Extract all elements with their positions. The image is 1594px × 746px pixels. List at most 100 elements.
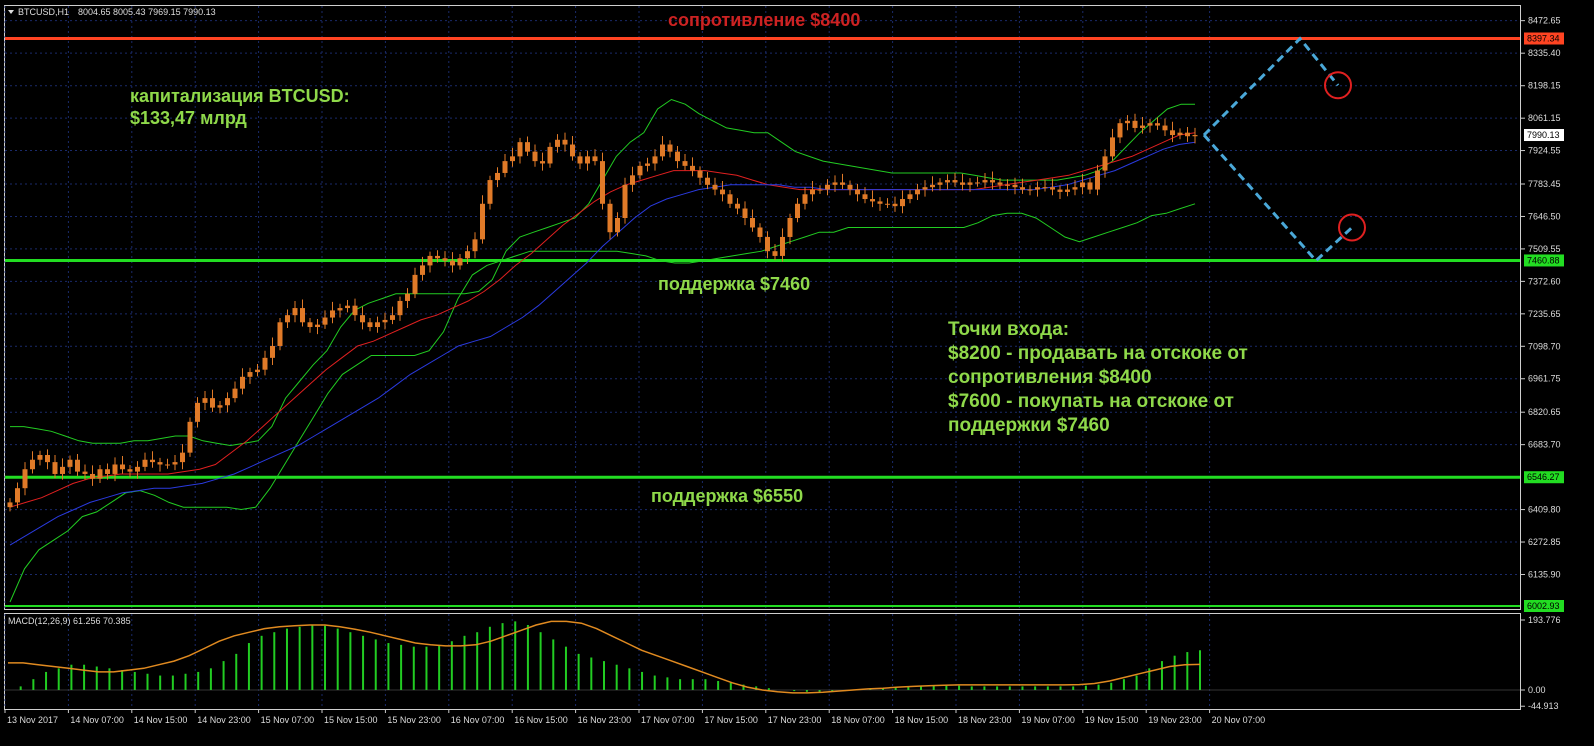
support-7460-annotation: поддержка $7460	[658, 274, 811, 294]
candle-body	[922, 187, 928, 190]
candle-body	[592, 156, 598, 162]
candle-body	[1177, 132, 1183, 136]
macd-label: MACD(12,26,9) 61.256 70.385	[8, 616, 131, 626]
candle-body	[877, 201, 883, 204]
candle-body	[45, 455, 50, 463]
candle-body	[577, 156, 583, 164]
price-tag-label: 7460.88	[1527, 255, 1560, 265]
candle-body	[1125, 120, 1130, 124]
candle-body	[802, 194, 808, 204]
candle-body	[630, 175, 635, 185]
time-tick-label: 16 Nov 15:00	[514, 715, 568, 725]
symbol-label: BTCUSD,H1	[18, 7, 69, 17]
candle-body	[570, 144, 575, 157]
candle-body	[7, 502, 13, 508]
candle-body	[1110, 137, 1115, 157]
candle-body	[1072, 187, 1078, 190]
candle-body	[37, 455, 43, 460]
candle-body	[540, 161, 545, 164]
candle-body	[682, 161, 688, 166]
candle-body	[360, 315, 365, 323]
candle-body	[697, 170, 703, 178]
time-tick-label: 19 Nov 15:00	[1085, 715, 1139, 725]
candle-body	[1102, 156, 1108, 171]
time-tick-label: 18 Nov 23:00	[958, 715, 1012, 725]
candle-body	[840, 182, 845, 185]
time-tick-label: 17 Nov 15:00	[704, 715, 758, 725]
candle-body	[135, 466, 140, 472]
candle-body	[412, 274, 418, 294]
candle-body	[195, 402, 200, 422]
cap-line-1: капитализация BTCUSD:	[130, 86, 350, 106]
candle-body	[885, 203, 890, 205]
cap-line-2: $133,47 млрд	[130, 108, 247, 128]
candle-body	[622, 184, 628, 218]
candle-body	[442, 258, 448, 261]
candle-body	[382, 319, 388, 323]
candle-body	[120, 464, 125, 470]
price-tick-label: 6409.80	[1528, 505, 1561, 515]
candle-body	[787, 217, 793, 237]
candle-body	[435, 255, 440, 259]
candle-body	[607, 203, 613, 233]
candle-body	[1147, 123, 1153, 126]
price-tick-label: 8061.15	[1528, 113, 1561, 123]
candle-body	[712, 184, 718, 190]
candle-body	[982, 180, 988, 183]
ohlc-label: 8004.65 8005.43 7969.15 7990.13	[78, 7, 216, 17]
price-tick-label: 7235.65	[1528, 309, 1561, 319]
price-tick-label: 6683.70	[1528, 440, 1561, 450]
candle-body	[427, 255, 433, 266]
candle-body	[1170, 130, 1175, 136]
candle-body	[1065, 189, 1070, 192]
candle-body	[247, 372, 253, 377]
candle-body	[210, 398, 215, 408]
price-tick-label: 7783.45	[1528, 179, 1561, 189]
candle-body	[907, 194, 913, 200]
time-tick-label: 16 Nov 23:00	[578, 715, 632, 725]
candle-body	[750, 217, 755, 228]
candle-body	[945, 180, 950, 183]
candle-body	[832, 182, 838, 185]
time-tick-label: 14 Nov 07:00	[70, 715, 124, 725]
candle-body	[450, 260, 455, 266]
candle-body	[795, 203, 800, 218]
price-tick-label: 8335.40	[1528, 48, 1561, 58]
capitalization-annotation: капитализация BTCUSD: $133,47 млрд	[130, 85, 350, 129]
price-tick-label: 7372.60	[1528, 276, 1561, 286]
candle-body	[495, 172, 500, 181]
candle-body	[367, 322, 373, 328]
price-tick-label: 6135.90	[1528, 569, 1561, 579]
candle-body	[667, 144, 673, 152]
candle-body	[1012, 184, 1018, 188]
candle-body	[510, 156, 515, 162]
candle-body	[322, 317, 328, 325]
candle-body	[1057, 189, 1063, 192]
candle-body	[615, 217, 620, 233]
candle-body	[165, 464, 170, 466]
candle-body	[150, 459, 155, 463]
candle-body	[960, 182, 965, 185]
candle-body	[315, 324, 320, 328]
candle-body	[277, 322, 283, 346]
entry-line-1: $8200 - продавать на отскоке от	[948, 343, 1248, 364]
candle-body	[780, 236, 785, 256]
time-tick-label: 15 Nov 07:00	[261, 715, 315, 725]
candle-body	[705, 177, 710, 185]
candle-body	[847, 184, 853, 190]
candle-body	[405, 293, 410, 301]
candle-body	[637, 165, 643, 176]
candle-body	[645, 163, 650, 166]
candle-body	[1192, 135, 1198, 137]
candle-body	[142, 459, 148, 467]
time-tick-label: 20 Nov 07:00	[1212, 715, 1266, 725]
entry-line-4: поддержки $7460	[948, 415, 1110, 436]
candle-body	[660, 144, 665, 157]
candle-body	[22, 469, 28, 489]
candle-body	[1162, 125, 1168, 131]
candle-body	[232, 388, 238, 399]
candle-body	[735, 203, 740, 209]
candle-body	[930, 184, 935, 188]
candle-body	[60, 466, 65, 474]
macd-tick-label: -44.913	[1528, 701, 1559, 711]
